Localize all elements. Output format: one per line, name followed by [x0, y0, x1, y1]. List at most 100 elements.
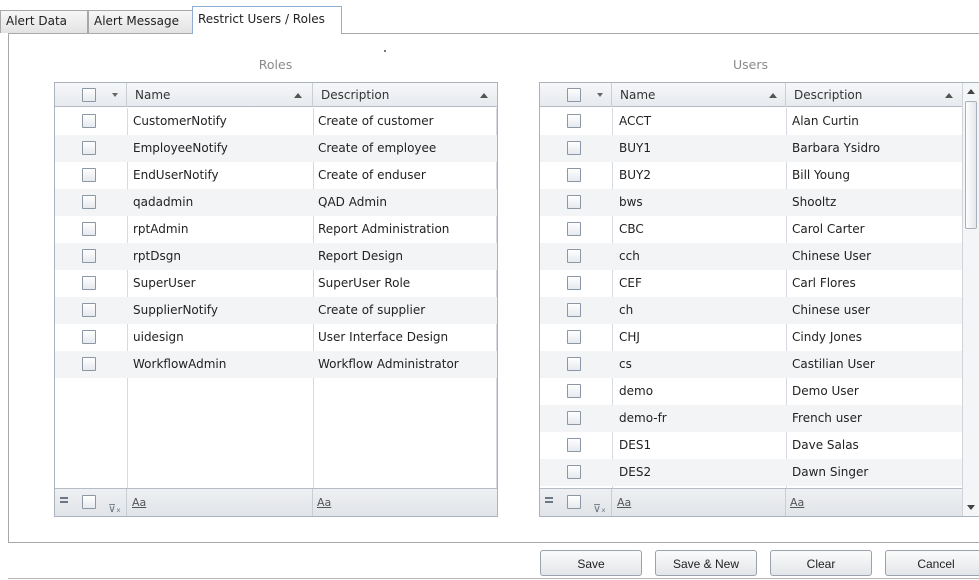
row-checkbox[interactable]	[82, 357, 96, 371]
row-checkbox[interactable]	[567, 465, 581, 479]
roles-column-description[interactable]: Description	[313, 83, 497, 107]
row-checkbox[interactable]	[567, 195, 581, 209]
row-checkbox[interactable]	[567, 141, 581, 155]
scroll-up-arrow-icon[interactable]	[963, 83, 979, 100]
tab-restrict-users-roles[interactable]: Restrict Users / Roles	[192, 6, 342, 34]
clear-button[interactable]: Clear	[770, 550, 872, 576]
row-description: Castilian User	[792, 357, 875, 371]
roles-grid: Name Description CustomerNotify Create of…	[54, 82, 498, 517]
row-name: BUY2	[619, 168, 651, 182]
users-table-row[interactable]: DES1 Dave Salas	[540, 432, 962, 459]
row-checkbox[interactable]	[82, 168, 96, 182]
users-filter-name[interactable]: Aa	[612, 489, 786, 516]
sort-ascending-icon	[480, 93, 488, 98]
users-select-all-checkbox[interactable]	[567, 88, 581, 102]
users-select-menu-icon[interactable]	[597, 93, 603, 97]
roles-table-row[interactable]: CustomerNotify Create of customer	[55, 108, 497, 135]
row-checkbox[interactable]	[82, 249, 96, 263]
users-table-row[interactable]: BUY2 Bill Young	[540, 162, 962, 189]
sort-ascending-icon	[945, 93, 953, 98]
row-checkbox[interactable]	[567, 303, 581, 317]
roles-table-row[interactable]: rptAdmin Report Administration	[55, 216, 497, 243]
row-checkbox[interactable]	[567, 384, 581, 398]
row-name: rptAdmin	[133, 222, 189, 236]
row-checkbox[interactable]	[567, 276, 581, 290]
roles-table-row[interactable]: uidesign User Interface Design	[55, 324, 497, 351]
row-description: Report Design	[318, 249, 404, 263]
roles-table-row[interactable]: WorkflowAdmin Workflow Administrator	[55, 351, 497, 378]
match-case-icon[interactable]: Aa	[132, 489, 146, 516]
users-grid-footer: ⊽ₓ Aa Aa	[540, 488, 962, 516]
clear-filter-icon[interactable]: ⊽ₓ	[108, 495, 121, 516]
row-checkbox[interactable]	[567, 330, 581, 344]
users-table-row[interactable]: cs Castilian User	[540, 351, 962, 378]
users-table-row[interactable]: ACCT Alan Curtin	[540, 108, 962, 135]
roles-column-name[interactable]: Name	[127, 83, 313, 107]
users-table-row[interactable]: CBC Carol Carter	[540, 216, 962, 243]
roles-rows: CustomerNotify Create of customer Employee…	[55, 108, 497, 488]
row-description: Chinese user	[792, 303, 870, 317]
row-checkbox[interactable]	[82, 222, 96, 236]
roles-filter-description[interactable]: Aa	[313, 489, 497, 516]
users-column-name[interactable]: Name	[612, 83, 786, 107]
roles-filter-name[interactable]: Aa	[127, 489, 313, 516]
clear-filter-icon[interactable]: ⊽ₓ	[593, 495, 606, 516]
roles-grid-footer: ⊽ₓ Aa Aa	[55, 488, 497, 516]
tab-alert-data[interactable]: Alert Data	[0, 10, 88, 33]
users-column-description[interactable]: Description	[786, 83, 964, 107]
roles-table-row[interactable]: SuperUser SuperUser Role	[55, 270, 497, 297]
cancel-button[interactable]: Cancel	[885, 550, 979, 576]
row-checkbox[interactable]	[82, 114, 96, 128]
row-checkbox[interactable]	[567, 249, 581, 263]
scroll-down-arrow-icon[interactable]	[963, 499, 979, 516]
users-grid: Name Description ACCT Alan Curtin BUY1 Barb…	[539, 82, 979, 517]
save-button[interactable]: Save	[540, 550, 642, 576]
row-checkbox[interactable]	[82, 276, 96, 290]
users-table-row[interactable]: DES2 Dawn Singer	[540, 459, 962, 486]
users-footer-tools: ⊽ₓ	[540, 489, 612, 516]
row-checkbox[interactable]	[82, 330, 96, 344]
row-description: Alan Curtin	[792, 114, 859, 128]
row-name: EndUserNotify	[133, 168, 219, 182]
users-table-row[interactable]: demo Demo User	[540, 378, 962, 405]
roles-select-menu-icon[interactable]	[112, 93, 118, 97]
row-checkbox[interactable]	[567, 168, 581, 182]
roles-table-row[interactable]: qadadmin QAD Admin	[55, 189, 497, 216]
equals-icon[interactable]	[60, 497, 68, 503]
roles-table-row[interactable]: EmployeeNotify Create of employee	[55, 135, 497, 162]
save-new-button[interactable]: Save & New	[655, 550, 757, 576]
row-checkbox[interactable]	[82, 195, 96, 209]
scrollbar-thumb[interactable]	[965, 101, 977, 229]
users-column-name-label: Name	[620, 88, 656, 102]
users-table-row[interactable]: CHJ Cindy Jones	[540, 324, 962, 351]
roles-table-row[interactable]: SupplierNotify Create of supplier	[55, 297, 497, 324]
match-case-icon[interactable]: Aa	[790, 489, 804, 516]
row-checkbox[interactable]	[82, 303, 96, 317]
row-checkbox[interactable]	[567, 438, 581, 452]
users-table-row[interactable]: CEF Carl Flores	[540, 270, 962, 297]
row-checkbox[interactable]	[567, 114, 581, 128]
roles-footer-checkbox[interactable]	[82, 495, 96, 509]
row-name: CustomerNotify	[133, 114, 227, 128]
row-checkbox[interactable]	[567, 357, 581, 371]
roles-table-row[interactable]: EndUserNotify Create of enduser	[55, 162, 497, 189]
row-checkbox[interactable]	[567, 411, 581, 425]
row-description: Create of supplier	[318, 303, 426, 317]
row-checkbox[interactable]	[567, 222, 581, 236]
roles-select-all-checkbox[interactable]	[82, 88, 96, 102]
users-footer-checkbox[interactable]	[567, 495, 581, 509]
row-checkbox[interactable]	[82, 141, 96, 155]
users-table-row[interactable]: ch Chinese user	[540, 297, 962, 324]
users-table-row[interactable]: bws Shooltz	[540, 189, 962, 216]
match-case-icon[interactable]: Aa	[317, 489, 331, 516]
roles-table-row[interactable]: rptDsgn Report Design	[55, 243, 497, 270]
users-table-row[interactable]: cch Chinese User	[540, 243, 962, 270]
tab-alert-message[interactable]: Alert Message	[88, 10, 193, 33]
equals-icon[interactable]	[545, 497, 553, 503]
users-scrollbar[interactable]	[962, 83, 979, 516]
match-case-icon[interactable]: Aa	[617, 489, 631, 516]
users-table-row[interactable]: BUY1 Barbara Ysidro	[540, 135, 962, 162]
users-filter-description[interactable]: Aa	[786, 489, 964, 516]
users-table-row[interactable]: demo-fr French user	[540, 405, 962, 432]
row-description: Chinese User	[792, 249, 872, 263]
